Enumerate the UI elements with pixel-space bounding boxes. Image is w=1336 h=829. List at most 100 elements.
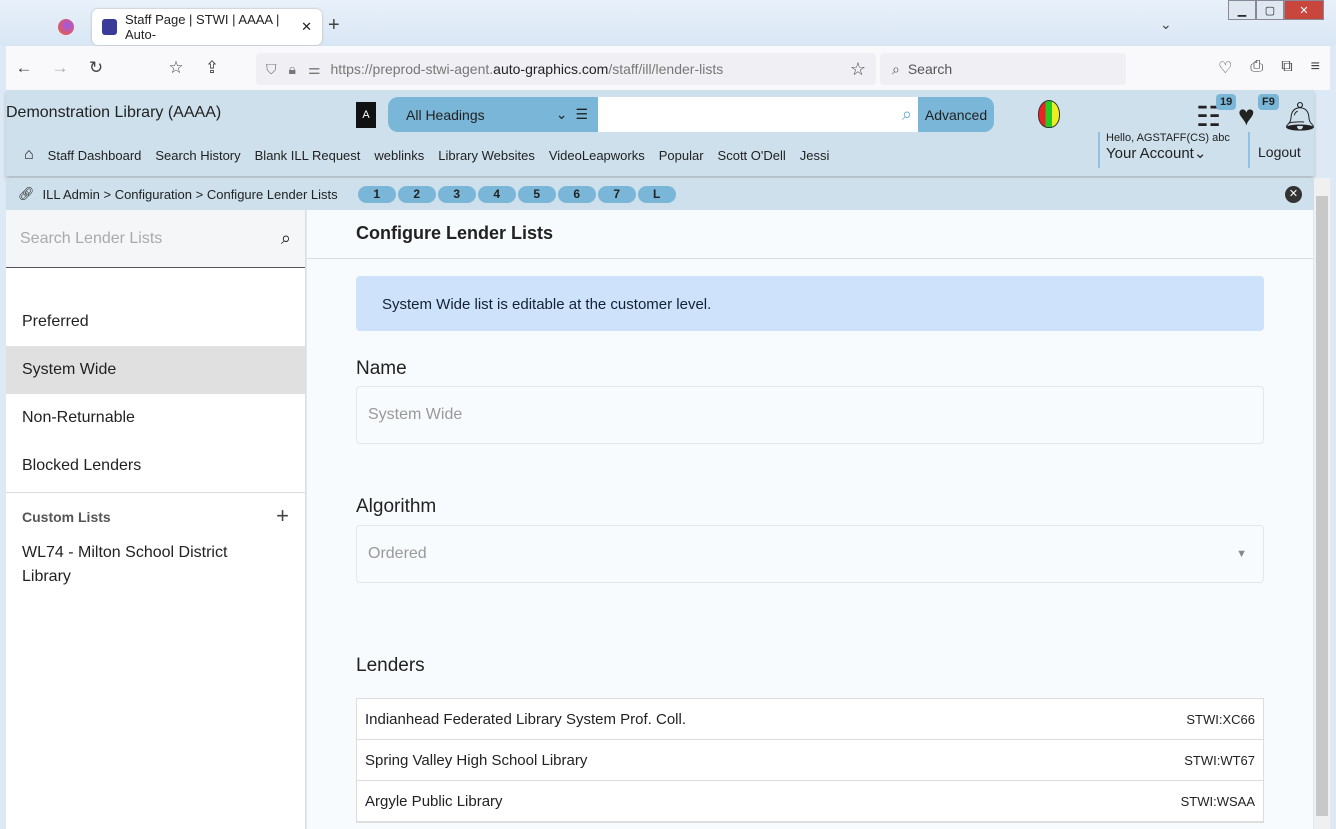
custom-lists-label: Custom Lists [22, 509, 111, 525]
search-icon: ⌕ [892, 60, 900, 77]
share-icon[interactable]: ⇪ [194, 58, 230, 78]
logout-link[interactable]: Logout [1248, 132, 1301, 168]
menu-staff-dashboard[interactable]: Staff Dashboard [48, 148, 142, 163]
library-name: Demonstration Library (AAAA) [6, 104, 222, 121]
url-domain: auto-graphics.com [493, 61, 609, 77]
quick-pill[interactable]: 2 [397, 185, 436, 203]
minimize-button[interactable]: ▁ [1228, 0, 1256, 20]
new-tab-button[interactable]: + [328, 14, 340, 37]
bookmark-page-icon[interactable]: ☆ [158, 58, 194, 78]
browser-search[interactable]: ⌕ Search [880, 53, 1126, 85]
extensions-icon[interactable]: ⧉ [1281, 58, 1292, 78]
search-icon[interactable]: ⌕ [281, 228, 291, 249]
database-icon[interactable]: ☰ [575, 106, 588, 123]
firefox-icon [58, 19, 74, 35]
advanced-search-button[interactable]: Advanced [918, 97, 994, 132]
app-header: Demonstration Library (AAAA) A All Headi… [6, 90, 1318, 176]
menu-icon[interactable]: ≡ [1311, 58, 1320, 78]
browser-tab[interactable]: Staff Page | STWI | AAAA | Auto- ✕ [92, 9, 322, 45]
url-path: /staff/ill/lender-lists [608, 61, 724, 77]
name-field[interactable]: System Wide [356, 386, 1264, 444]
crumb-ill-admin[interactable]: ILL Admin [43, 187, 100, 202]
search-bar: All Headings ⌄ ☰ ⌕ Advanced [388, 97, 994, 132]
search-icon[interactable]: ⌕ [902, 104, 912, 125]
link-icon: 🔗︎ [18, 186, 35, 201]
crumb-configure-lender-lists: Configure Lender Lists [206, 186, 338, 202]
menu-jessi[interactable]: Jessi [800, 148, 830, 163]
star-icon[interactable]: ☆ [850, 59, 866, 80]
language-icon[interactable]: A [356, 102, 376, 128]
caret-down-icon: ▼ [1236, 548, 1247, 560]
search-input[interactable]: ⌕ [598, 97, 918, 132]
quick-pill[interactable]: 4 [477, 185, 516, 203]
home-icon[interactable]: ⌂ [24, 146, 34, 164]
close-tab-icon[interactable]: ✕ [301, 19, 312, 35]
lock-icon: 🔒︎ [288, 60, 296, 77]
print-icon[interactable]: ⎙ [1250, 58, 1263, 78]
reload-icon[interactable]: ↻ [78, 58, 114, 78]
menu-search-history[interactable]: Search History [155, 148, 240, 163]
maximize-button[interactable]: ▢ [1256, 0, 1284, 20]
quick-pill[interactable]: 6 [557, 185, 596, 203]
search-type-value: All Headings [406, 106, 485, 123]
quick-pill[interactable]: 5 [517, 185, 556, 203]
quick-pill[interactable]: 7 [597, 185, 636, 203]
sidebar-item-preferred[interactable]: Preferred [6, 298, 305, 346]
greeting: Hello, AGSTAFF(CS) abc [1106, 132, 1230, 144]
browser-toolbar: ← → ↻ ☆ ⇪ ⛉ 🔒︎ ⚌ https://preprod-stwi-agent. au… [6, 46, 1330, 90]
lender-name: Spring Valley High School Library [365, 751, 588, 769]
back-icon[interactable]: ← [6, 58, 42, 78]
favorites-badge: F9 [1258, 94, 1279, 110]
pocket-icon[interactable]: ♡ [1218, 58, 1232, 78]
balloon-icon[interactable] [1038, 100, 1060, 128]
page-title: Configure Lender Lists [307, 210, 1313, 259]
tab-title: Staff Page | STWI | AAAA | Auto- [124, 12, 280, 42]
lender-row[interactable]: Spring Valley High School Library STWI:WT… [357, 740, 1263, 781]
lender-row[interactable]: Indianhead Federated Library System Prof… [357, 699, 1263, 740]
breadcrumb: 🔗︎ ILL Admin > Configuration > Configure… [6, 178, 1314, 210]
quick-pill[interactable]: 3 [437, 185, 476, 203]
sidebar-item-blocked-lenders[interactable]: Blocked Lenders [6, 442, 305, 490]
url-prefix: https://preprod-stwi-agent. [330, 61, 494, 77]
name-value: System Wide [368, 406, 463, 423]
lender-code: STWI:WT67 [1184, 752, 1255, 768]
forward-icon[interactable]: → [42, 58, 78, 78]
menu-weblinks[interactable]: weblinks [374, 148, 424, 163]
lender-code: STWI:XC66 [1186, 711, 1255, 727]
browser-tab-bar: Staff Page | STWI | AAAA | Auto- ✕ + ⌄ ▁ ▢… [0, 0, 1336, 46]
lender-row[interactable]: Argyle Public Library STWI:WSAA [357, 781, 1263, 822]
shield-icon: ⛉ [266, 60, 277, 77]
search-placeholder: Search Lender Lists [20, 229, 163, 247]
bell-icon[interactable]: 🔔︎ [1282, 100, 1318, 133]
close-icon[interactable]: ✕ [1285, 186, 1302, 203]
search-type-select[interactable]: All Headings ⌄ ☰ [388, 97, 598, 132]
quick-pill[interactable]: L [637, 185, 676, 203]
algorithm-value: Ordered [368, 545, 427, 562]
close-window-button[interactable]: ✕ [1284, 0, 1324, 20]
algorithm-select[interactable]: Ordered ▼ [356, 525, 1264, 583]
menu-blank-ill-request[interactable]: Blank ILL Request [255, 148, 361, 163]
your-account[interactable]: Your Account [1106, 145, 1194, 162]
crumb-configuration[interactable]: Configuration [115, 187, 192, 202]
add-custom-list-icon[interactable]: + [276, 505, 289, 527]
menu-library-websites[interactable]: Library Websites [438, 148, 535, 163]
lenders-list: Indianhead Federated Library System Prof… [356, 698, 1264, 823]
sidebar-item-system-wide[interactable]: System Wide [6, 346, 305, 394]
lender-list-search-input[interactable]: Search Lender Lists ⌕ [6, 210, 305, 268]
url-bar[interactable]: ⛉ 🔒︎ ⚌ https://preprod-stwi-agent. auto-grap… [256, 53, 876, 85]
custom-list-item[interactable]: WL74 - Milton School District Library [6, 525, 246, 605]
account-menu[interactable]: Hello, AGSTAFF(CS) abc Your Account⌄ [1098, 132, 1230, 168]
menu-videoleapworks[interactable]: VideoLeapworks [549, 148, 645, 163]
search-placeholder: Search [907, 61, 953, 77]
sidebar-item-non-returnable[interactable]: Non-Returnable [6, 394, 305, 442]
algorithm-label: Algorithm [356, 496, 437, 517]
list-tabs-icon[interactable]: ⌄ [1160, 16, 1172, 33]
quick-pill[interactable]: 1 [357, 185, 396, 203]
menu-popular[interactable]: Popular [659, 148, 704, 163]
menu-scott-odell[interactable]: Scott O'Dell [718, 148, 786, 163]
heart-icon[interactable]: ♥ [1238, 100, 1255, 132]
site-favicon [102, 19, 117, 35]
lender-name: Indianhead Federated Library System Prof… [365, 710, 686, 728]
scrollbar-thumb[interactable] [1316, 196, 1328, 816]
main-menu: ⌂ Staff Dashboard Search History Blank I… [24, 146, 830, 164]
